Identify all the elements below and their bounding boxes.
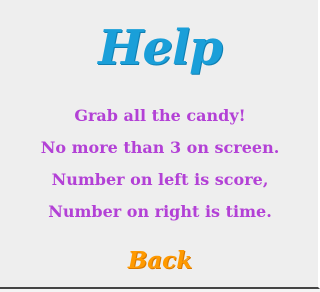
instruction-line: Number on left is score, xyxy=(51,170,269,189)
back-button[interactable]: Back xyxy=(110,244,210,278)
help-screen: Help Grab all the candy! No more than 3 … xyxy=(0,0,320,289)
help-instructions: Grab all the candy! No more than 3 on sc… xyxy=(0,102,320,230)
help-title: Help xyxy=(98,20,223,76)
instruction-line: No more than 3 on screen. xyxy=(40,138,280,157)
instruction-line: Number on right is time. xyxy=(48,202,272,221)
instruction-line: Grab all the candy! xyxy=(74,106,246,125)
